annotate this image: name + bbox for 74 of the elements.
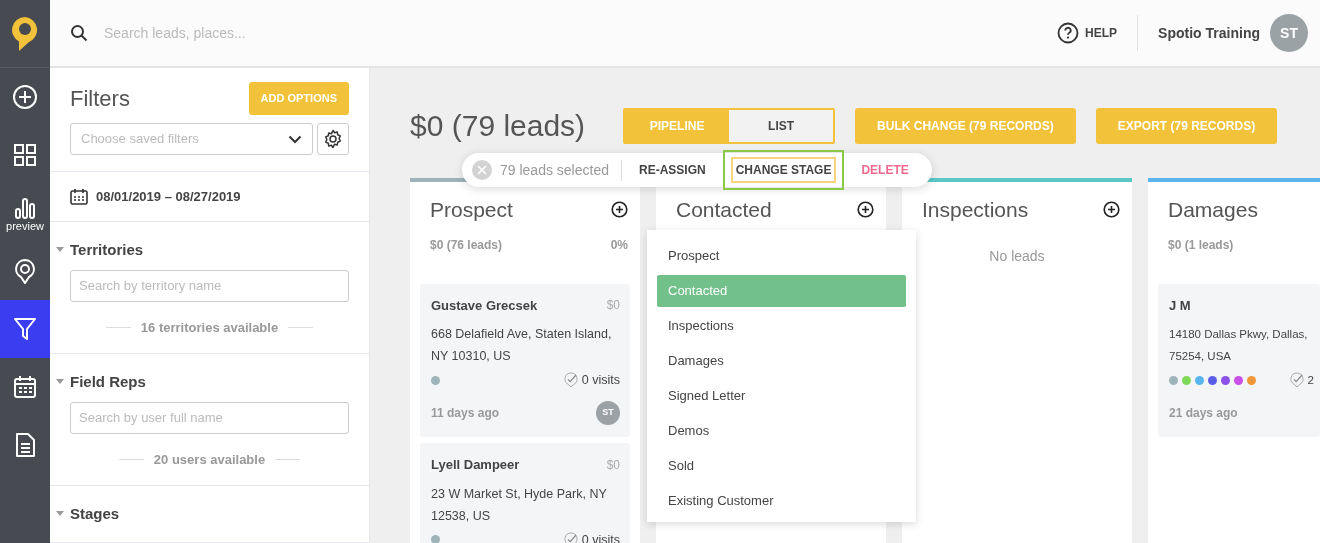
help-icon (1057, 22, 1080, 44)
column-total: $0 (76 leads) (430, 236, 503, 254)
chevron-down-icon (288, 134, 302, 144)
lead-name: Gustave Grecsek (431, 296, 538, 315)
add-icon[interactable] (857, 201, 874, 219)
add-icon[interactable] (1103, 201, 1120, 219)
lead-age: 21 days ago (1169, 405, 1238, 422)
menu-item[interactable]: Prospect (657, 240, 906, 272)
lead-name: J M (1169, 296, 1191, 315)
visit-count: 0 visits (581, 372, 620, 389)
lead-address: 75254, USA (1169, 350, 1231, 362)
check-pin-icon (1289, 372, 1304, 388)
lead-card[interactable]: Lyell Dampeer $0 23 W Market St, Hyde Park, NY 12538, US 0 visits (420, 443, 630, 543)
calendar-icon (12, 374, 38, 400)
menu-item[interactable]: Signed Letter (657, 380, 906, 412)
lead-address: 23 W Market St, Hyde Park, NY (431, 486, 607, 501)
search-field[interactable]: Search leads, places... (102, 21, 502, 45)
menu-item[interactable]: Sold (657, 450, 906, 482)
section-header[interactable]: Field Reps (56, 371, 146, 394)
lead-value: $0 (606, 456, 620, 474)
caret-icon (56, 511, 64, 518)
menu-item[interactable]: Damages (657, 345, 906, 377)
lead-address: 14180 Dallas Pkwy, Dallas, (1169, 328, 1308, 340)
lead-card[interactable]: J M 14180 Dallas Pkwy, Dallas, 75254, USA 2 21 days ago (1158, 283, 1320, 437)
lead-address: NY 10310, US (431, 349, 511, 363)
logo-icon (11, 15, 39, 52)
lead-address: 668 Delafield Ave, Staten Island, (431, 327, 612, 341)
check-pin-icon (563, 531, 578, 543)
section-header[interactable]: Territories (56, 239, 144, 262)
settings-button[interactable] (317, 123, 349, 155)
column-title: Damages (1168, 197, 1258, 223)
user-name[interactable]: Spotio Training (1158, 22, 1260, 44)
add-icon (12, 84, 38, 110)
column-title: Inspections (922, 197, 1029, 223)
calendar-icon (70, 188, 88, 205)
column-title: Contacted (676, 197, 772, 223)
caret-icon (56, 247, 64, 254)
map-pin-icon (12, 258, 38, 284)
caret-icon (56, 379, 64, 386)
gear-icon (323, 129, 343, 149)
leads-summary: $0 (79 leads) (410, 108, 586, 144)
lead-age: 11 days ago (431, 405, 500, 422)
user-avatar: ST (596, 401, 620, 425)
column-total: $0 (1 leads) (1168, 236, 1234, 254)
search-field[interactable]: Search by territory name (70, 269, 349, 302)
bulk-action-button[interactable]: CHANGE STAGE (722, 150, 845, 190)
available-count: 20 users available (153, 450, 266, 469)
sidebar-item[interactable]: preview (0, 184, 50, 242)
empty-message: No leads (989, 247, 1045, 264)
check-pin-icon (563, 372, 578, 388)
column-percent: 0% (610, 236, 628, 254)
add-icon[interactable] (611, 201, 628, 219)
column-title: Prospect (430, 197, 513, 223)
visit-count: 0 visits (581, 531, 620, 543)
search-icon (70, 24, 88, 42)
bulk-action-button[interactable]: RE-ASSIGN (625, 150, 719, 190)
lead-value: $0 (606, 297, 620, 315)
section-header[interactable]: Stages (56, 503, 120, 526)
visit-count: 2 (1307, 373, 1314, 388)
menu-item[interactable]: Existing Customer (657, 485, 906, 517)
menu-item[interactable]: Demos (657, 415, 906, 447)
menu-item[interactable]: Inspections (657, 310, 906, 342)
filter-icon (12, 316, 38, 342)
search-field[interactable]: Search by user full name (70, 401, 349, 434)
sidebar-item[interactable] (0, 300, 50, 358)
grid-icon (12, 142, 38, 168)
lead-card[interactable]: Gustave Grecsek $0 668 Delafield Ave, Staten Island, NY 10310, US 0 visits 11 days ago ST (420, 283, 630, 437)
lead-name: Lyell Dampeer (431, 456, 520, 474)
available-count: 16 territories available (140, 318, 279, 337)
selection-count: 79 leads selected (492, 159, 622, 181)
help-button[interactable]: HELP (1037, 15, 1139, 51)
lead-address: 12538, US (431, 508, 491, 523)
date-range[interactable]: 08/01/2019 – 08/27/2019 (96, 186, 241, 207)
filters-title: Filters (70, 85, 130, 113)
